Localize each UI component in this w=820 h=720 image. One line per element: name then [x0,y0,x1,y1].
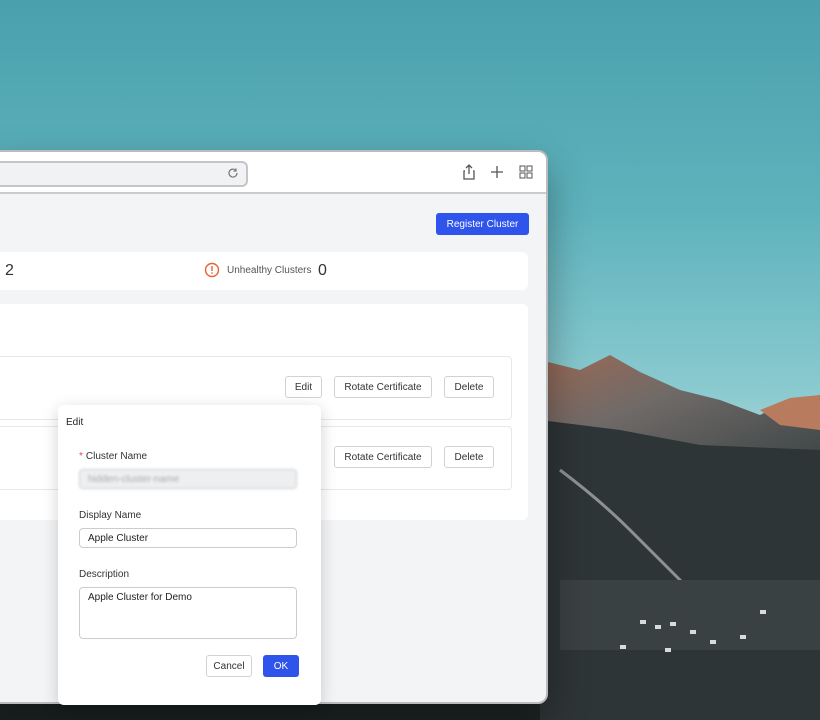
display-name-label: Display Name [79,510,142,521]
display-name-input[interactable]: Apple Cluster [79,528,297,548]
cluster-name-label: * Cluster Name [79,451,147,462]
rotate-certificate-button[interactable]: Rotate Certificate [334,376,432,398]
share-icon[interactable] [460,163,478,181]
dialog-title: Edit [66,417,84,428]
delete-button[interactable]: Delete [444,376,494,398]
description-label: Description [79,569,130,580]
grid-icon[interactable] [517,163,535,181]
description-textarea[interactable]: Apple Cluster for Demo [79,587,297,639]
unhealthy-clusters-label: Unhealthy Clusters [227,265,312,276]
cluster-name-input[interactable]: hidden-cluster-name [79,469,297,489]
unhealthy-clusters-count: 0 [318,262,327,279]
required-mark: * [79,451,83,462]
stat-value: 2 [5,262,14,279]
edit-cluster-dialog: Edit * Cluster Name hidden-cluster-name D… [58,405,321,705]
register-cluster-button[interactable]: Register Cluster [436,213,529,235]
cluster-stats-bar: 2 Unhealthy Clusters 0 [0,252,528,290]
delete-button[interactable]: Delete [444,446,494,468]
rotate-certificate-button[interactable]: Rotate Certificate [334,446,432,468]
address-bar[interactable] [0,161,248,187]
edit-button[interactable]: Edit [285,376,322,398]
browser-toolbar [0,152,546,194]
ok-button[interactable]: OK [263,655,299,677]
cluster-name-label-text: Cluster Name [85,451,148,462]
cancel-button[interactable]: Cancel [206,655,252,677]
warning-circle-icon [204,262,220,278]
reload-icon[interactable] [226,166,240,180]
plus-icon[interactable] [488,163,506,181]
